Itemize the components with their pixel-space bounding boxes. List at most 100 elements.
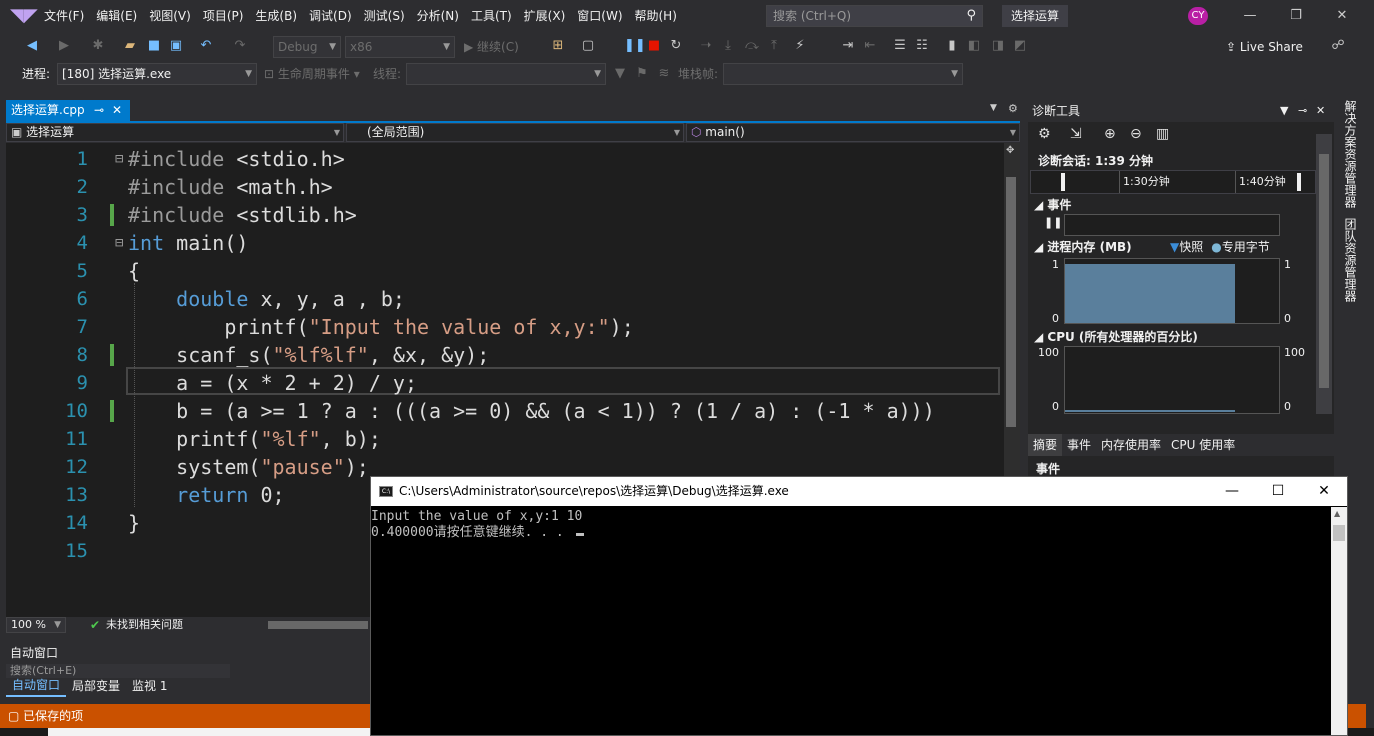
pause-icon[interactable]: ❚❚ (624, 38, 646, 54)
restore-icon[interactable]: ❐ (1276, 5, 1316, 27)
memory-graph[interactable] (1064, 258, 1280, 324)
timeline-end-handle[interactable] (1297, 173, 1301, 191)
code-line[interactable]: 11 printf("%lf", b); (6, 425, 1004, 453)
show-threads-icon[interactable]: ≋ (656, 66, 672, 82)
settings-icon[interactable]: ⚙ (1038, 126, 1051, 142)
code-line[interactable]: 1 ⊟ #include <stdio.h> (6, 145, 1004, 173)
taskbar-search[interactable] (48, 728, 392, 736)
browser-icon[interactable]: ▢ (580, 38, 596, 54)
project-select[interactable]: ▣ 选择运算 ▼ (6, 123, 344, 142)
minimize-icon[interactable]: — (1209, 477, 1255, 506)
indent-icon[interactable]: ⇥ (840, 38, 856, 54)
split-icon[interactable]: ✥ (1006, 145, 1014, 156)
tab-source-file[interactable]: 选择运算.cpp ⊸ ✕ (6, 100, 130, 121)
member-select[interactable]: ⬡ main() ▼ (686, 123, 1020, 142)
scrollbar-thumb[interactable] (1333, 525, 1345, 541)
code-line[interactable]: 10 b = (a >= 1 ? a : (((a >= 0) && (a < … (6, 397, 1004, 425)
timeline-start-handle[interactable] (1061, 173, 1065, 191)
code-line[interactable]: 2 #include <math.h> (6, 173, 1004, 201)
collapse-icon[interactable]: ⊟ (115, 229, 123, 257)
back-icon[interactable]: ◀ (24, 38, 40, 54)
code-line[interactable]: 7 printf("Input the value of x,y:"); (6, 313, 1004, 341)
scope-select[interactable]: (全局范围) ▼ (346, 123, 684, 142)
team-explorer-tab[interactable]: 团队资源管理器 (1342, 218, 1359, 302)
tab-summary[interactable]: 摘要 (1028, 434, 1063, 456)
tab-cpu-usage[interactable]: CPU 使用率 (1166, 434, 1240, 456)
code-line[interactable]: 6 double x, y, a , b; (6, 285, 1004, 313)
pin-icon[interactable]: ⊸ (94, 100, 104, 121)
step-over-icon[interactable]: ⤼ (744, 38, 760, 54)
scrollbar-thumb[interactable] (1006, 177, 1016, 427)
menu-edit[interactable]: 编辑(E) (90, 0, 143, 32)
console-scrollbar[interactable]: ▲ (1331, 507, 1347, 735)
gear-icon[interactable]: ⚙ (1008, 102, 1018, 115)
save-icon[interactable]: ■ (146, 38, 162, 54)
menu-window[interactable]: 窗口(W) (571, 0, 628, 32)
memory-section-header[interactable]: ◢ 进程内存 (MB) (1034, 238, 1132, 255)
scrollbar-thumb[interactable] (1319, 154, 1329, 388)
tab-events[interactable]: 事件 (1062, 434, 1096, 456)
thread-select[interactable]: ▼ (406, 63, 606, 85)
hot-reload-icon[interactable]: ⚡ (792, 38, 808, 54)
dropdown-icon[interactable]: ▼ (1280, 100, 1288, 122)
reset-view-icon[interactable]: ▥ (1156, 126, 1169, 142)
code-line[interactable]: 9 a = (x * 2 + 2) / y; (6, 369, 1004, 397)
minimize-icon[interactable]: — (1230, 5, 1270, 27)
tab-autos[interactable]: 自动窗口 (6, 675, 67, 697)
menu-analyze[interactable]: 分析(N) (411, 0, 465, 32)
collapse-icon[interactable]: ⊟ (115, 145, 123, 173)
cpu-graph[interactable] (1064, 346, 1280, 414)
next-bookmark-icon[interactable]: ◨ (990, 38, 1006, 54)
zoom-in-icon[interactable]: ⊕ (1104, 126, 1116, 142)
menu-test[interactable]: 测试(S) (358, 0, 411, 32)
stackframe-select[interactable]: ▼ (723, 63, 963, 85)
clear-bookmarks-icon[interactable]: ◩ (1012, 38, 1028, 54)
new-project-icon[interactable]: ✱ (90, 38, 106, 54)
lifecycle-events-button[interactable]: ⊡ 生命周期事件 ▾ (264, 63, 360, 85)
console-title-bar[interactable]: C:\ C:\Users\Administrator\source\repos\… (371, 477, 1347, 506)
tab-watch-1[interactable]: 监视 1 (126, 676, 173, 696)
platform-select[interactable]: x86 ▼ (345, 36, 455, 58)
visual-studio-logo-icon[interactable]: ◥◤ (10, 6, 38, 26)
menu-debug[interactable]: 调试(D) (303, 0, 358, 32)
console-window[interactable]: C:\ C:\Users\Administrator\source\repos\… (370, 476, 1348, 736)
avatar[interactable]: CY (1188, 7, 1208, 25)
close-icon[interactable]: ✕ (1322, 5, 1362, 27)
tab-list-icon[interactable]: ▼ (990, 103, 997, 113)
code-line[interactable]: 8 scanf_s("%lf%lf", &x, &y); (6, 341, 1004, 369)
undo-icon[interactable]: ↶ (198, 38, 214, 54)
code-line[interactable]: 5{ (6, 257, 1004, 285)
search-icon[interactable]: ⚲ (966, 6, 976, 26)
menu-build[interactable]: 生成(B) (249, 0, 303, 32)
flag-threads-icon[interactable]: ⚑ (634, 66, 650, 82)
menu-help[interactable]: 帮助(H) (629, 0, 683, 32)
menu-extensions[interactable]: 扩展(X) (518, 0, 572, 32)
prev-bookmark-icon[interactable]: ◧ (966, 38, 982, 54)
cpu-section-header[interactable]: ◢ CPU (所有处理器的百分比) (1034, 328, 1198, 345)
comment-icon[interactable]: ☰ (892, 38, 908, 54)
maximize-icon[interactable]: ☐ (1255, 477, 1301, 506)
step-into-icon[interactable]: ⤓ (720, 38, 736, 54)
stop-icon[interactable]: ■ (646, 38, 662, 54)
timeline-ruler[interactable]: 1:30分钟 1:40分钟 (1030, 170, 1316, 194)
redo-icon[interactable]: ↷ (232, 38, 248, 54)
outdent-icon[interactable]: ⇤ (862, 38, 878, 54)
close-tab-icon[interactable]: ✕ (112, 100, 122, 121)
tab-locals[interactable]: 局部变量 (66, 676, 126, 696)
events-track[interactable] (1064, 214, 1280, 236)
zoom-out-icon[interactable]: ⊖ (1130, 126, 1142, 142)
bookmark-icon[interactable]: ▮ (944, 38, 960, 54)
uncomment-icon[interactable]: ☷ (914, 38, 930, 54)
show-next-statement-icon[interactable]: ➝ (698, 38, 714, 54)
forward-icon[interactable]: ▶ (56, 38, 72, 54)
process-select[interactable]: [180] 选择运算.exe ▼ (57, 63, 257, 85)
live-share-button[interactable]: ⇪ Live Share (1226, 36, 1303, 58)
menu-file[interactable]: 文件(F) (38, 0, 90, 32)
menu-tools[interactable]: 工具(T) (465, 0, 518, 32)
menu-view[interactable]: 视图(V) (143, 0, 197, 32)
filter-icon[interactable]: ▼ (612, 66, 628, 82)
open-file-icon[interactable]: ▰ (122, 38, 138, 54)
issues-status[interactable]: 未找到相关问题 (106, 617, 183, 633)
console-output[interactable]: Input the value of x,y:1 10 0.400000请按任意… (371, 507, 1331, 735)
save-all-icon[interactable]: ▣ (168, 38, 184, 54)
